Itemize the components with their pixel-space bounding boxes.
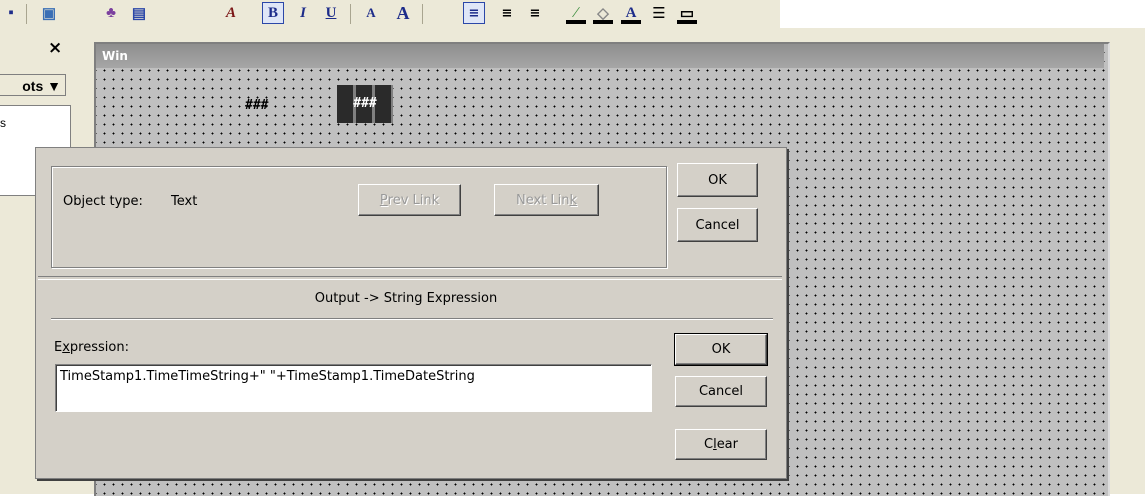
object-type-label: Object type: bbox=[63, 194, 143, 209]
object-info-group bbox=[51, 166, 667, 268]
align-right-icon[interactable]: ≡ bbox=[524, 2, 546, 24]
toolbar-separator bbox=[422, 4, 423, 24]
selected-text-field[interactable]: ### bbox=[337, 85, 393, 123]
text-color-swatch bbox=[621, 20, 641, 24]
toolbar-separator bbox=[26, 4, 27, 24]
text-properties-dialog: Object type: Text Prev Link Next Lin k OK… bbox=[35, 147, 787, 479]
expression-label-mnemonic: x bbox=[62, 340, 70, 355]
expression-input[interactable]: TimeStamp1.TimeTimeString+" "+TimeStamp1… bbox=[55, 364, 652, 412]
expression-label: Expression: bbox=[54, 340, 129, 355]
panel-title: Output -> String Expression bbox=[314, 291, 498, 306]
clear-text: C bbox=[703, 437, 714, 452]
bold-button[interactable]: B bbox=[262, 2, 284, 24]
line-color-swatch bbox=[566, 20, 586, 24]
report-icon[interactable]: ▤ bbox=[128, 2, 150, 24]
formatting-toolbar: ▪ ▣ ♣ ▤ A B I U A A ≡ ≡ ≡ ∕ ◇ A ☰ ▭ bbox=[0, 0, 780, 29]
line-style-icon[interactable]: ☰ bbox=[648, 2, 670, 24]
italic-button[interactable]: I bbox=[292, 2, 314, 24]
wizard-icon[interactable]: ♣ bbox=[100, 2, 122, 24]
font-icon[interactable]: A bbox=[220, 2, 242, 24]
prev-link-button[interactable]: Prev Link bbox=[358, 184, 461, 216]
toolbar-grip-icon: ▪ bbox=[8, 4, 14, 21]
next-link-mnemonic: k bbox=[569, 192, 578, 208]
font-size-large-button[interactable]: A bbox=[392, 2, 414, 24]
ok-top-button[interactable]: OK bbox=[677, 163, 758, 197]
section-divider bbox=[38, 276, 782, 280]
align-left-icon[interactable]: ≡ bbox=[463, 2, 485, 24]
objects-dropdown[interactable]: ots ▼ bbox=[0, 74, 66, 96]
clear-button[interactable]: Cl ear bbox=[675, 429, 767, 460]
panel-title-rule bbox=[51, 318, 773, 320]
next-link-text: Next Lin bbox=[515, 192, 570, 208]
expression-label-text-rest: pression: bbox=[69, 340, 129, 355]
align-center-icon[interactable]: ≡ bbox=[496, 2, 518, 24]
clear-text-rest: ear bbox=[716, 437, 738, 452]
cancel-button[interactable]: Cancel bbox=[675, 376, 767, 407]
prev-link-mnemonic: P bbox=[379, 192, 388, 208]
underline-button[interactable]: U bbox=[320, 2, 342, 24]
ok-button[interactable]: OK bbox=[674, 333, 768, 366]
border-style-swatch bbox=[677, 20, 697, 24]
text-field-placeholder[interactable]: ### bbox=[245, 98, 268, 113]
toolbar-separator bbox=[350, 4, 351, 24]
window-title-bar[interactable]: Win bbox=[96, 44, 1104, 68]
fill-color-swatch bbox=[593, 20, 613, 24]
object-type-value: Text bbox=[171, 194, 198, 209]
prev-link-text-rest: rev Link bbox=[387, 192, 440, 208]
font-size-small-button[interactable]: A bbox=[360, 2, 382, 24]
save-icon[interactable]: ▣ bbox=[38, 2, 60, 24]
close-icon[interactable]: × bbox=[48, 38, 62, 58]
next-link-button[interactable]: Next Lin k bbox=[494, 184, 599, 216]
toolbar-empty-area bbox=[780, 0, 1145, 28]
cancel-top-button[interactable]: Cancel bbox=[677, 208, 758, 242]
list-item[interactable]: s bbox=[0, 116, 6, 130]
expression-label-text: E bbox=[54, 340, 63, 355]
